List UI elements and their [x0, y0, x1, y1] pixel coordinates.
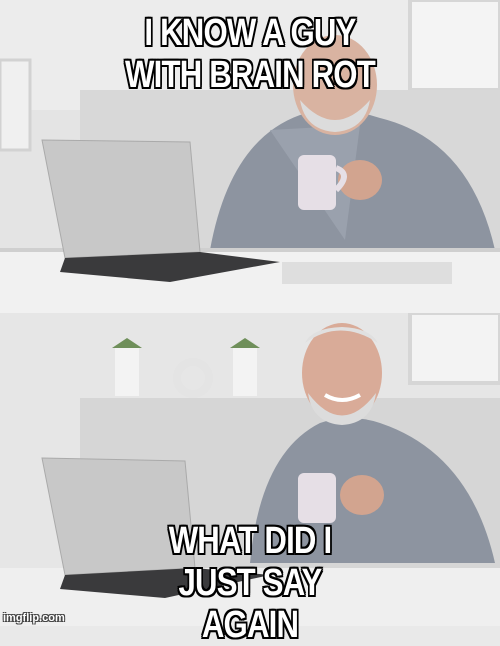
- meme-top-text: I KNOW A GUY WITH BRAIN ROT: [125, 12, 376, 96]
- meme-bottom-text: WHAT DID I JUST SAY AGAIN: [168, 520, 332, 646]
- imgflip-watermark: imgflip.com: [3, 612, 65, 624]
